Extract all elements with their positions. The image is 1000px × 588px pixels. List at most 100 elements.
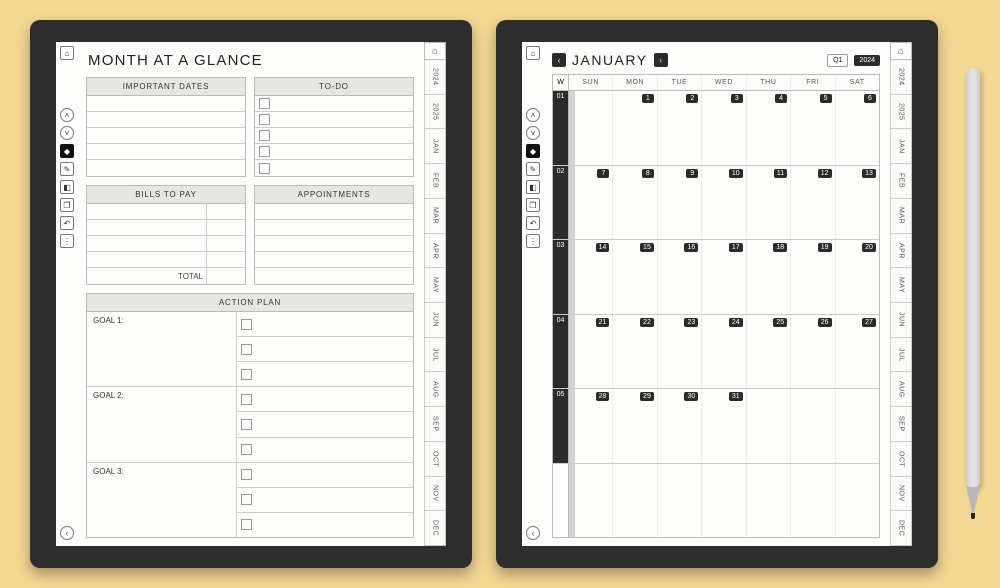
weekno-cell[interactable]: [553, 464, 569, 538]
day-cell[interactable]: [658, 464, 702, 538]
tool-pen-icon[interactable]: ✎: [60, 162, 74, 176]
sidetab-jan[interactable]: JAN: [424, 129, 446, 164]
home-icon[interactable]: ⌂: [60, 46, 74, 60]
action-checkbox[interactable]: [237, 463, 413, 488]
sidetab-2024[interactable]: 2024: [424, 60, 446, 95]
sidetab-oct[interactable]: OCT: [424, 442, 446, 477]
action-checkbox[interactable]: [237, 337, 413, 362]
action-checkbox[interactable]: [237, 513, 413, 537]
day-cell[interactable]: 3: [702, 91, 746, 165]
action-checkbox[interactable]: [237, 312, 413, 337]
quarter-pill[interactable]: Q1: [827, 54, 848, 67]
todo-checkbox[interactable]: [255, 96, 413, 112]
day-cell[interactable]: [747, 464, 791, 538]
day-cell[interactable]: [702, 464, 746, 538]
day-cell[interactable]: 14: [569, 240, 613, 314]
next-month-button[interactable]: ›: [654, 53, 668, 67]
day-cell[interactable]: 9: [658, 166, 702, 240]
action-checkbox[interactable]: [237, 412, 413, 437]
tool-more-icon[interactable]: ⋮: [526, 234, 540, 248]
tool-highlight-icon[interactable]: ◆: [526, 144, 540, 158]
day-cell[interactable]: 21: [569, 315, 613, 389]
tool-erase-icon[interactable]: ◧: [60, 180, 74, 194]
action-checkbox[interactable]: [237, 488, 413, 513]
todo-checkbox[interactable]: [255, 144, 413, 160]
action-checkbox[interactable]: [237, 387, 413, 412]
action-checkbox[interactable]: [237, 362, 413, 387]
sidetab-mar[interactable]: MAR: [424, 199, 446, 234]
sidetab-dec[interactable]: DEC: [424, 511, 446, 546]
day-cell[interactable]: 25: [747, 315, 791, 389]
day-cell[interactable]: 17: [702, 240, 746, 314]
prev-month-button[interactable]: ‹: [552, 53, 566, 67]
sidetab-2025[interactable]: 2025: [890, 95, 912, 130]
day-cell[interactable]: 5: [791, 91, 835, 165]
home-icon[interactable]: ⌂: [526, 46, 540, 60]
sidetab-nov[interactable]: NOV: [890, 477, 912, 512]
day-cell[interactable]: 4: [747, 91, 791, 165]
sidetab-jul[interactable]: JUL: [424, 338, 446, 373]
sidetab-home-icon[interactable]: ⌂: [890, 42, 912, 60]
scroll-down-icon[interactable]: ˅: [60, 126, 74, 140]
day-cell[interactable]: [569, 464, 613, 538]
tool-undo-icon[interactable]: ↶: [526, 216, 540, 230]
goal-3-label[interactable]: GOAL 3:: [87, 463, 237, 537]
goal-2-label[interactable]: GOAL 2:: [87, 387, 237, 462]
scroll-up-icon[interactable]: ˄: [60, 108, 74, 122]
day-cell[interactable]: 18: [747, 240, 791, 314]
day-cell[interactable]: 26: [791, 315, 835, 389]
sidetab-may[interactable]: MAY: [890, 268, 912, 303]
day-cell[interactable]: 24: [702, 315, 746, 389]
day-cell[interactable]: 28: [569, 389, 613, 463]
sidetab-2024[interactable]: 2024: [890, 60, 912, 95]
sidetab-dec[interactable]: DEC: [890, 511, 912, 546]
day-cell[interactable]: [791, 464, 835, 538]
day-cell[interactable]: 10: [702, 166, 746, 240]
todo-checkbox[interactable]: [255, 128, 413, 144]
sidetab-nov[interactable]: NOV: [424, 477, 446, 512]
day-cell[interactable]: 23: [658, 315, 702, 389]
scroll-up-icon[interactable]: ˄: [526, 108, 540, 122]
day-cell[interactable]: 19: [791, 240, 835, 314]
sidetab-2025[interactable]: 2025: [424, 95, 446, 130]
sidetab-jan[interactable]: JAN: [890, 129, 912, 164]
day-cell[interactable]: 22: [613, 315, 657, 389]
goal-1-label[interactable]: GOAL 1:: [87, 312, 237, 387]
day-cell[interactable]: 6: [836, 91, 879, 165]
day-cell[interactable]: [791, 389, 835, 463]
day-cell[interactable]: 7: [569, 166, 613, 240]
sidetab-aug[interactable]: AUG: [424, 372, 446, 407]
sidetab-jul[interactable]: JUL: [890, 338, 912, 373]
day-cell[interactable]: 11: [747, 166, 791, 240]
sidetab-apr[interactable]: APR: [890, 234, 912, 269]
day-cell[interactable]: [836, 389, 879, 463]
scroll-down-icon[interactable]: ˅: [526, 126, 540, 140]
day-cell[interactable]: 13: [836, 166, 879, 240]
tool-erase-icon[interactable]: ◧: [526, 180, 540, 194]
day-cell[interactable]: 8: [613, 166, 657, 240]
sidetab-jun[interactable]: JUN: [890, 303, 912, 338]
day-cell[interactable]: [836, 464, 879, 538]
sidetab-jun[interactable]: JUN: [424, 303, 446, 338]
weekno-cell[interactable]: 03: [553, 240, 569, 314]
page-prev-icon[interactable]: ‹: [60, 526, 74, 540]
day-cell[interactable]: 30: [658, 389, 702, 463]
sidetab-feb[interactable]: FEB: [890, 164, 912, 199]
tool-undo-icon[interactable]: ↶: [60, 216, 74, 230]
weekno-cell[interactable]: 01: [553, 91, 569, 165]
day-cell[interactable]: 2: [658, 91, 702, 165]
sidetab-sep[interactable]: SEP: [890, 407, 912, 442]
day-cell[interactable]: 31: [702, 389, 746, 463]
day-cell[interactable]: 16: [658, 240, 702, 314]
year-pill[interactable]: 2024: [854, 55, 880, 66]
day-cell[interactable]: [569, 91, 613, 165]
todo-checkbox[interactable]: [255, 112, 413, 128]
day-cell[interactable]: 1: [613, 91, 657, 165]
sidetab-may[interactable]: MAY: [424, 268, 446, 303]
sidetab-aug[interactable]: AUG: [890, 372, 912, 407]
action-checkbox[interactable]: [237, 438, 413, 463]
weekno-cell[interactable]: 02: [553, 166, 569, 240]
tool-note-icon[interactable]: ❐: [526, 198, 540, 212]
day-cell[interactable]: 29: [613, 389, 657, 463]
sidetab-apr[interactable]: APR: [424, 234, 446, 269]
